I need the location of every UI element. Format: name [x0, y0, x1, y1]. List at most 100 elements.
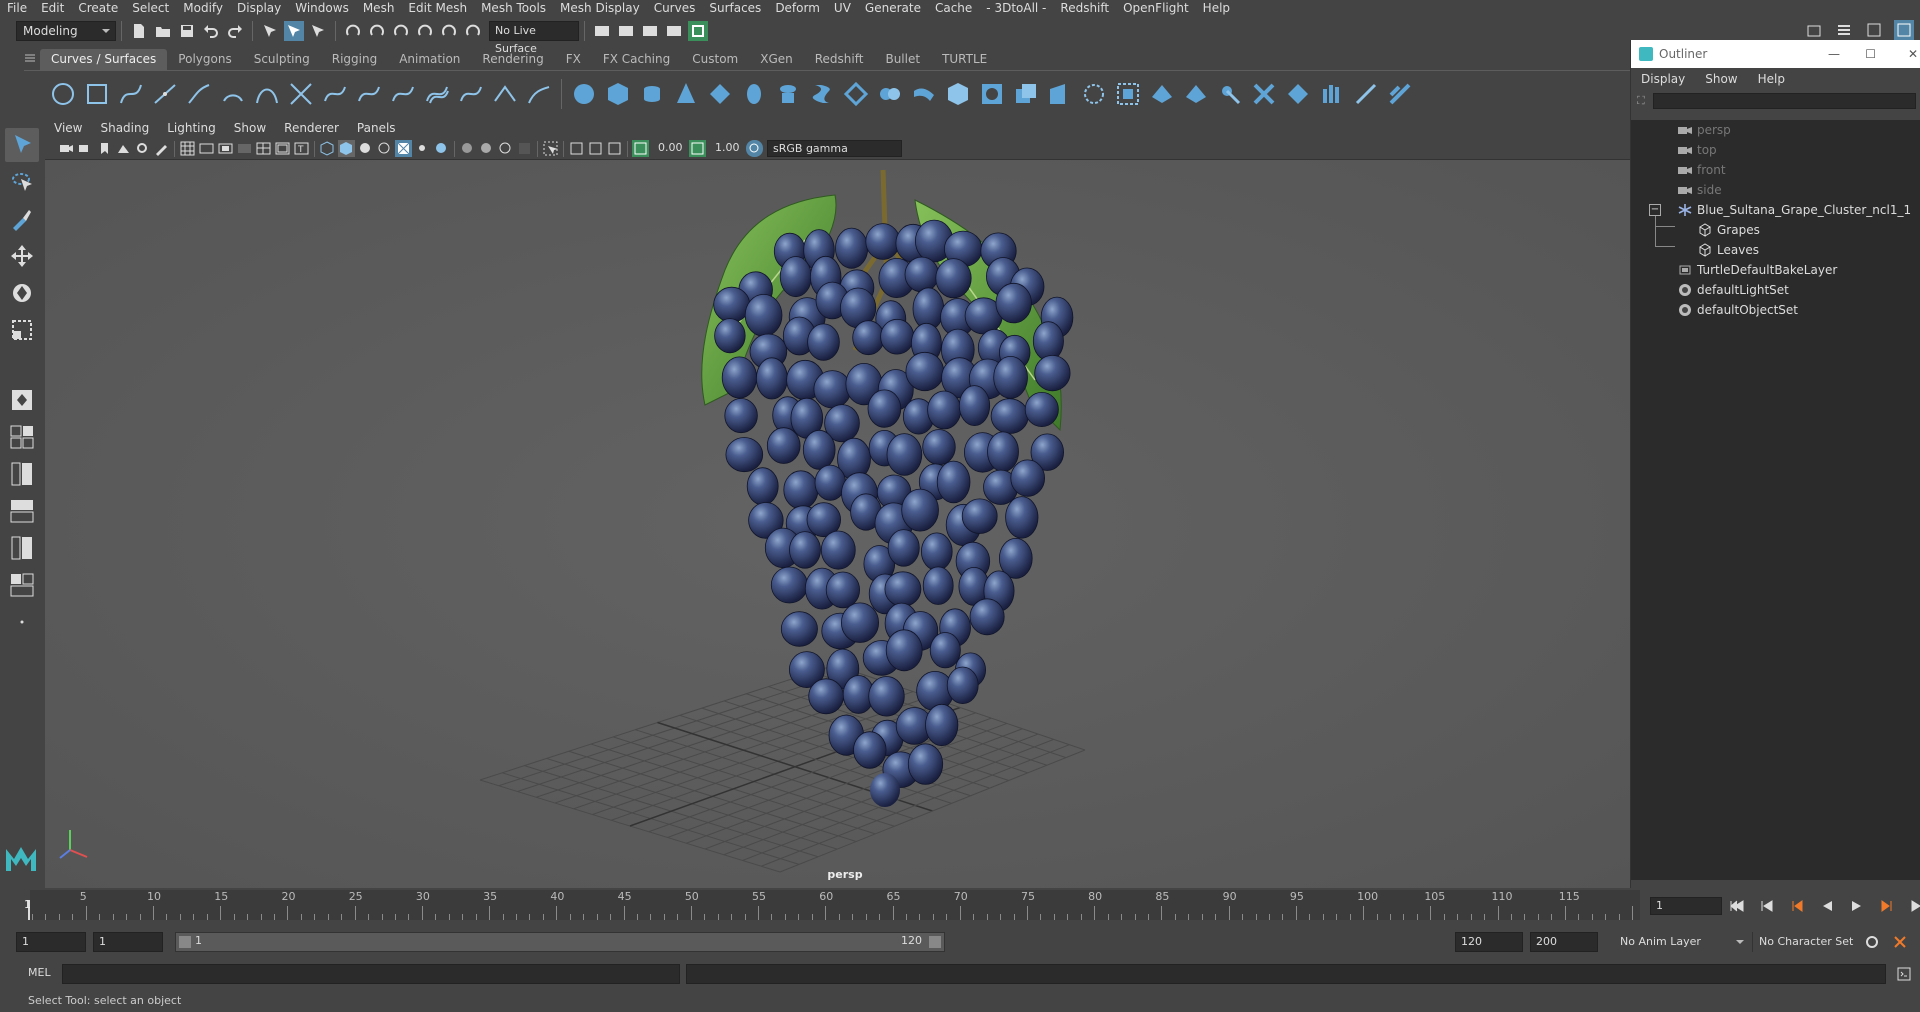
arc-tool-icon[interactable]	[218, 79, 248, 109]
detach-curves-icon[interactable]	[320, 79, 350, 109]
outliner-item-persp[interactable]: persp	[1677, 120, 1731, 140]
playback-end-field[interactable]: 120	[1455, 932, 1523, 952]
insert-isoparms-icon[interactable]	[1249, 79, 1279, 109]
tool-settings-icon[interactable]	[1864, 20, 1884, 40]
outliner-item-grapes[interactable]: Grapes	[1697, 220, 1760, 240]
rotate-tool-icon[interactable]	[5, 276, 39, 310]
step-back-frame-icon[interactable]	[1787, 896, 1807, 916]
viewport-menu-renderer[interactable]: Renderer	[275, 119, 348, 138]
snap-curve-icon[interactable]	[367, 21, 387, 41]
menu-file[interactable]: File	[0, 0, 34, 17]
modeling-toolkit-icon[interactable]	[1804, 20, 1824, 40]
menu-edit-mesh[interactable]: Edit Mesh	[401, 0, 474, 17]
render-frame-icon[interactable]	[592, 21, 612, 41]
shelf-tab-redshift[interactable]: Redshift	[804, 49, 875, 70]
script-editor-icon[interactable]	[1894, 964, 1914, 984]
extrude-icon[interactable]	[875, 79, 905, 109]
offset-curve-icon[interactable]	[422, 79, 452, 109]
move-tool-icon[interactable]	[5, 239, 39, 273]
select-component-icon[interactable]	[308, 21, 328, 41]
square-surface-icon[interactable]	[977, 79, 1007, 109]
maximize-icon[interactable]: ☐	[1865, 40, 1876, 68]
gamma-field[interactable]: 1.00	[710, 140, 742, 157]
anti-aliasing-icon[interactable]	[497, 140, 514, 157]
select-object-icon[interactable]	[284, 21, 304, 41]
anim-layer-dropdown-icon[interactable]	[1736, 940, 1744, 948]
shelf-tab-fx-caching[interactable]: FX Caching	[592, 49, 681, 70]
screen-space-ao-icon[interactable]	[459, 140, 476, 157]
viewport-menu-view[interactable]: View	[45, 119, 91, 138]
viewport-menu-show[interactable]: Show	[225, 119, 275, 138]
playback-start-field[interactable]: 1	[93, 932, 163, 952]
perspective-viewport[interactable]: persp	[45, 160, 1630, 888]
menu-cache[interactable]: Cache	[928, 0, 979, 17]
new-scene-icon[interactable]	[129, 21, 149, 41]
motion-blur-icon[interactable]	[478, 140, 495, 157]
viewport-menu-panels[interactable]: Panels	[348, 119, 405, 138]
outliner-item-blue-sultana-grape-cluster-ncl1-1[interactable]: Blue_Sultana_Grape_Cluster_ncl1_1	[1677, 200, 1911, 220]
play-backwards-icon[interactable]	[1817, 896, 1837, 916]
field-chart-icon[interactable]	[255, 140, 272, 157]
play-forwards-icon[interactable]	[1847, 896, 1867, 916]
menu-redshift[interactable]: Redshift	[1053, 0, 1116, 17]
outliner-item-side[interactable]: side	[1677, 180, 1722, 200]
rebuild-curve-icon[interactable]	[456, 79, 486, 109]
toolbox-more-icon[interactable]	[5, 605, 39, 639]
redo-icon[interactable]	[225, 21, 245, 41]
menu-generate[interactable]: Generate	[858, 0, 928, 17]
nurbs-cylinder-icon[interactable]	[637, 79, 667, 109]
menu-select[interactable]: Select	[125, 0, 176, 17]
use-default-material-icon[interactable]	[357, 140, 374, 157]
range-slider-bar[interactable]: 1 120	[175, 932, 945, 952]
xray-active-icon[interactable]	[587, 140, 604, 157]
menu-mesh-display[interactable]: Mesh Display	[553, 0, 647, 17]
safe-action-icon[interactable]	[274, 140, 291, 157]
filter-icon[interactable]: ⛶	[1637, 94, 1645, 108]
minimize-icon[interactable]: —	[1828, 40, 1840, 68]
persp-uv-layout-icon[interactable]	[5, 568, 39, 602]
color-space-select[interactable]: sRGB gamma	[767, 140, 902, 157]
gamma-icon[interactable]	[689, 140, 706, 157]
menu-edit[interactable]: Edit	[34, 0, 71, 17]
snap-surface-icon[interactable]	[439, 21, 459, 41]
outliner-menu-display[interactable]: Display	[1631, 68, 1695, 90]
add-points-icon[interactable]	[490, 79, 520, 109]
wireframe-on-shaded-icon[interactable]	[376, 140, 393, 157]
film-gate-icon[interactable]	[198, 140, 215, 157]
snap-grid-icon[interactable]	[343, 21, 363, 41]
shelf-tab-animation[interactable]: Animation	[388, 49, 471, 70]
2d-pan-zoom-icon[interactable]	[134, 140, 151, 157]
extend-curve-icon[interactable]	[388, 79, 418, 109]
lasso-tool-icon[interactable]	[5, 165, 39, 199]
nurbs-square-icon[interactable]	[82, 79, 112, 109]
shelf-tab-sculpting[interactable]: Sculpting	[243, 49, 321, 70]
command-language-label[interactable]: MEL	[28, 966, 51, 979]
four-view-layout-icon[interactable]	[5, 420, 39, 454]
insert-knot-icon[interactable]	[354, 79, 384, 109]
untrim-icon[interactable]	[1113, 79, 1143, 109]
shelf-tab-polygons[interactable]: Polygons	[167, 49, 242, 70]
close-icon[interactable]: ✕	[1908, 40, 1918, 68]
surface-editing-icon[interactable]	[1385, 79, 1415, 109]
nurbs-torus-icon[interactable]	[739, 79, 769, 109]
nurbs-sphere-icon[interactable]	[569, 79, 599, 109]
wireframe-icon[interactable]	[319, 140, 336, 157]
menu-create[interactable]: Create	[71, 0, 125, 17]
planar-icon[interactable]	[841, 79, 871, 109]
grid-toggle-icon[interactable]	[179, 140, 196, 157]
snap-plane-icon[interactable]	[415, 21, 435, 41]
bevel-icon[interactable]	[1011, 79, 1041, 109]
step-forward-frame-icon[interactable]	[1877, 896, 1897, 916]
view-transform-icon[interactable]	[746, 140, 763, 157]
menu-deform[interactable]: Deform	[768, 0, 827, 17]
outliner-search-input[interactable]	[1653, 93, 1916, 109]
auto-key-icon[interactable]	[1862, 932, 1882, 952]
menu-help[interactable]: Help	[1196, 0, 1237, 17]
save-scene-icon[interactable]	[177, 21, 197, 41]
persp-graph-layout-icon[interactable]	[5, 494, 39, 528]
live-surface-field[interactable]: No Live Surface	[489, 21, 579, 55]
outliner-menu-show[interactable]: Show	[1695, 68, 1747, 90]
channel-box-icon[interactable]	[1894, 20, 1914, 40]
xray-icon[interactable]	[568, 140, 585, 157]
exposure-icon[interactable]	[632, 140, 649, 157]
